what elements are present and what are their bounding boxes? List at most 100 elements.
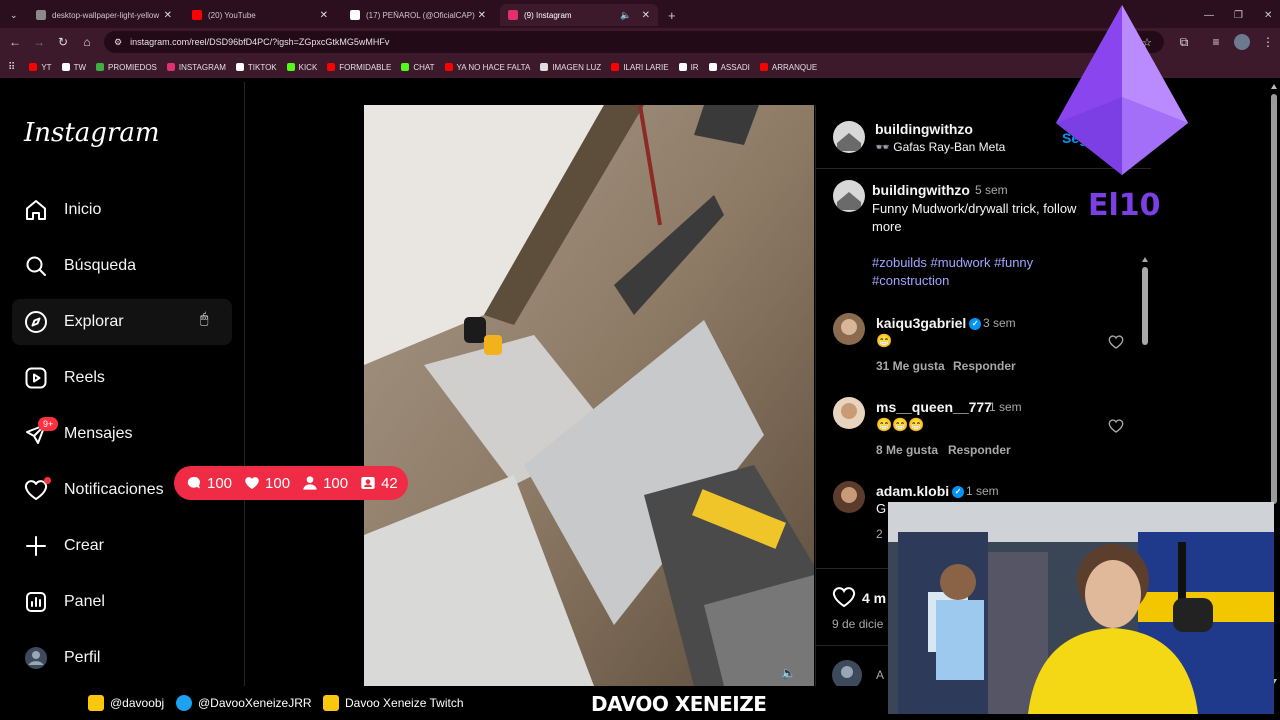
post-subtitle-text: Gafas Ray-Ban Meta (893, 140, 1006, 154)
home-icon (26, 200, 46, 220)
back-icon[interactable]: ← (3, 35, 27, 49)
close-icon[interactable]: ✕ (642, 10, 650, 21)
heart-icon (245, 477, 259, 489)
tab-favicon (36, 10, 46, 20)
sidebar-item-panel[interactable]: Panel (12, 579, 232, 625)
sidebar-item-label: Perfil (64, 649, 101, 666)
bookmark-chat[interactable]: CHAT (401, 63, 435, 72)
caption-username[interactable]: buildingwithzo (872, 182, 970, 198)
like-comment-icon[interactable] (1108, 334, 1124, 350)
new-tab-button[interactable]: + (660, 4, 682, 26)
post-subtitle: 👓 Gafas Ray-Ban Meta (875, 140, 1005, 154)
instagram-logo[interactable]: Instagram (24, 118, 160, 148)
avatar (25, 647, 47, 669)
comment-username[interactable]: ms__queen__777 (876, 399, 992, 415)
reply-button[interactable]: Responder (948, 443, 1011, 457)
comment-time: 3 sem (983, 316, 1016, 330)
sidebar-item-label: Inicio (64, 201, 102, 218)
comment-likes[interactable]: 8 Me gusta (876, 443, 938, 457)
close-icon[interactable]: ✕ (320, 10, 328, 21)
comment-time: 1 sem (966, 484, 999, 498)
instagram-icon (508, 10, 518, 20)
bookmark-ya-no-hace-falta[interactable]: YA NO HACE FALTA (444, 63, 530, 72)
sidebar-item-label: Búsqueda (64, 257, 137, 274)
profile-avatar[interactable] (1234, 34, 1250, 50)
sidebar-item-perfil[interactable]: Perfil (12, 635, 232, 681)
bookmark-tw[interactable]: TW (61, 63, 86, 72)
comment-avatar[interactable] (833, 313, 865, 345)
caption-more[interactable]: more (872, 219, 902, 234)
tab-list-button[interactable]: ⌄ (2, 4, 24, 26)
caption-avatar[interactable] (833, 180, 865, 212)
like-count[interactable]: 4 m (862, 590, 886, 606)
tab-youtube[interactable]: (20) YouTube ✕ (184, 4, 336, 26)
close-icon[interactable]: ✕ (164, 10, 172, 21)
author-avatar[interactable] (833, 121, 865, 153)
home-icon[interactable]: ⌂ (75, 35, 99, 49)
comment-username[interactable]: kaiqu3gabriel ✓ (876, 315, 982, 331)
sidebar-item-label: Panel (64, 593, 105, 610)
comment-likes[interactable]: 31 Me gusta (876, 359, 945, 373)
forward-icon[interactable]: → (27, 35, 51, 49)
comment-input[interactable]: A (876, 668, 884, 682)
comment-time: 1 sem (989, 400, 1022, 414)
twitter-icon (176, 695, 192, 711)
bookmark-arranque[interactable]: ARRANQUE (759, 63, 817, 72)
tab-x-penarol[interactable]: (17) PEÑAROL (@OficialCAP) / ✕ (342, 4, 494, 26)
speaker-icon[interactable]: 🔈 (620, 10, 631, 21)
comment-username[interactable]: adam.klobi ✓ (876, 483, 965, 499)
sidebar-item-label: Mensajes (64, 425, 133, 442)
social-twitch: Davoo Xeneize Twitch (323, 695, 464, 711)
tab-wallpaper[interactable]: desktop-wallpaper-light-yellow ✕ (28, 4, 180, 26)
site-info-icon[interactable]: ⚙ (114, 37, 122, 48)
twitch-icon (323, 695, 339, 711)
reel-video-frame (364, 105, 814, 686)
tab-label: desktop-wallpaper-light-yellow (52, 10, 160, 20)
bookmark-kick[interactable]: KICK (286, 63, 317, 72)
like-post-icon[interactable] (832, 585, 856, 609)
minimize-icon[interactable]: — (1196, 4, 1216, 26)
reel-video[interactable]: 🔈 (364, 105, 814, 686)
search-icon (26, 256, 46, 276)
hashtags[interactable]: #zobuilds #mudwork #funny (872, 255, 1033, 270)
verified-icon: ✓ (969, 318, 982, 331)
hashtags[interactable]: #construction (872, 273, 949, 288)
comment-avatar[interactable] (833, 397, 865, 429)
bookmark-ilari-larie[interactable]: ILARI LARIE (611, 63, 669, 72)
restore-icon[interactable]: ❐ (1226, 4, 1246, 26)
sidebar-item-busqueda[interactable]: Búsqueda (12, 243, 232, 289)
like-comment-icon[interactable] (1108, 418, 1124, 434)
bookmark-ir[interactable]: IR (678, 63, 699, 72)
sidebar-item-inicio[interactable]: Inicio (12, 187, 232, 233)
comment-likes[interactable]: 2 (876, 527, 883, 541)
sidebar-item-reels[interactable]: Reels (12, 355, 232, 401)
notification-dot (44, 477, 51, 484)
tab-label: (20) YouTube (208, 10, 256, 20)
reload-icon[interactable]: ↻ (51, 35, 75, 49)
sidebar-item-explorar[interactable]: Explorar (12, 299, 232, 345)
media-icon[interactable]: ≡ (1204, 35, 1228, 49)
streamer-name: DAVOO XENEIZE (591, 692, 767, 716)
menu-icon[interactable]: ⋮ (1256, 35, 1280, 49)
post-date: 9 de dicie (832, 617, 884, 631)
caption-text: Funny Mudwork/drywall trick, follow (872, 201, 1077, 216)
tab-instagram[interactable]: (9) Instagram 🔈 ✕ (500, 4, 658, 26)
bookmark-formidable[interactable]: FORMIDABLE (327, 63, 391, 72)
sidebar-item-crear[interactable]: Crear (12, 523, 232, 569)
bookmark-instagram[interactable]: INSTAGRAM (166, 63, 226, 72)
bookmark-assadi[interactable]: ASSADI (708, 63, 750, 72)
mute-icon[interactable]: 🔈 (781, 666, 796, 680)
bookmark-imagen-luz[interactable]: IMAGEN LUZ (540, 63, 601, 72)
x-icon (350, 10, 360, 20)
address-bar[interactable]: ⚙ instagram.com/reel/DSD96bfD4PC/?igsh=Z… (104, 31, 1164, 53)
reply-button[interactable]: Responder (953, 359, 1016, 373)
author-username[interactable]: buildingwithzo (875, 121, 973, 137)
apps-icon[interactable]: ⠿ (8, 62, 15, 73)
bookmark-yt[interactable]: YT (29, 63, 52, 72)
comment-avatar[interactable] (833, 481, 865, 513)
bookmark-tiktok[interactable]: TIKTOK (235, 63, 277, 72)
close-icon[interactable]: ✕ (478, 10, 486, 21)
window-close-icon[interactable]: ✕ (1256, 4, 1276, 26)
stat-comments: 100 (186, 475, 232, 492)
bookmark-promiedos[interactable]: PROMIEDOS (96, 63, 157, 72)
